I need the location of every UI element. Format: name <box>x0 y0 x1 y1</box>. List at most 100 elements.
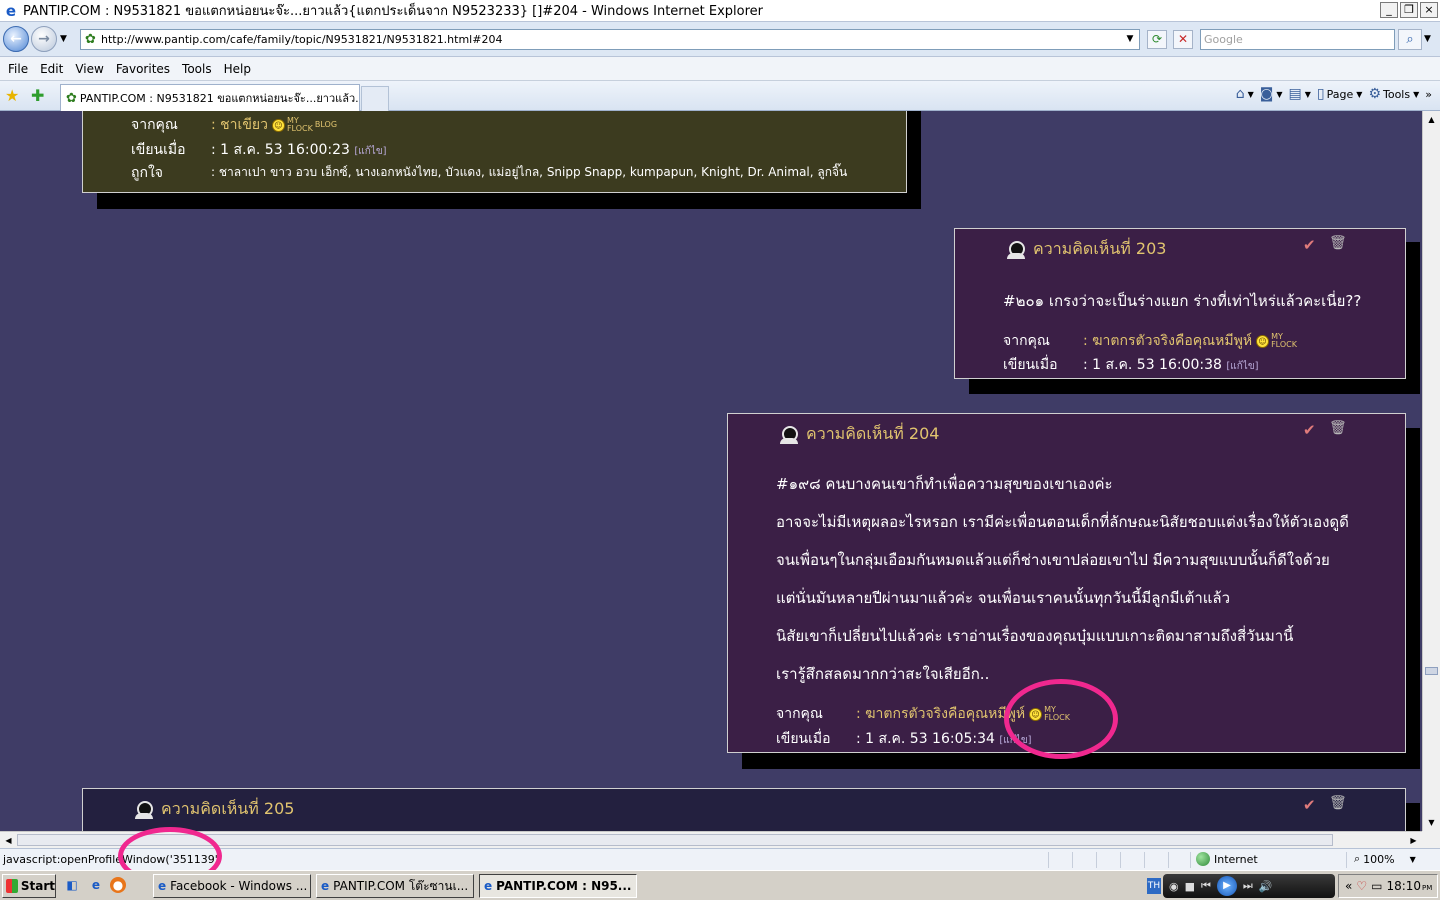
ie-logo-icon: e <box>5 1 17 20</box>
scroll-down-icon[interactable]: ▼ <box>1423 814 1440 831</box>
post-body-line: นิสัยเขาก็เปลี่ยนไปแล้วค่ะ เราอ่านเรื่อง… <box>776 627 1294 645</box>
edit-link[interactable]: [แก้ไข] <box>1226 361 1258 372</box>
post-body-line: เรารู้สึกสลดมากกว่าสะใจเสียอีก.. <box>776 665 990 683</box>
vertical-scrollbar[interactable]: ▲ ▼ <box>1422 111 1440 831</box>
back-button[interactable]: ← <box>3 26 29 52</box>
window-titlebar[interactable]: e PANTIP.COM : N9531821 ขอแตกหน่อยนะจ๊ะ.… <box>0 0 1440 22</box>
play-icon[interactable]: ▶ <box>1216 876 1237 896</box>
scroll-up-icon[interactable]: ▲ <box>1423 111 1440 128</box>
like-label: ถูกใจ <box>131 165 163 181</box>
scrollbar-corner <box>1422 831 1440 848</box>
check-icon[interactable]: ✔ <box>1303 236 1316 254</box>
edit-link[interactable]: [แก้ไข] <box>354 146 386 157</box>
cactus-favicon-icon: ✿ <box>85 32 96 47</box>
minimize-button[interactable]: _ <box>1380 2 1398 18</box>
smiley-icon: ☺ <box>271 118 285 132</box>
check-icon[interactable]: ✔ <box>1303 796 1316 814</box>
avatar-icon <box>1007 240 1025 259</box>
post-body-line: จนเพื่อนๆในกลุ่มเอือมกันหมดแล้วแต่ก็ช่าง… <box>776 551 1330 569</box>
menu-favorites[interactable]: Favorites <box>110 57 176 81</box>
tab-bar: ★ ✚ ✿ PANTIP.COM : N9531821 ขอแตกหน่อยนะ… <box>0 81 1440 111</box>
post-title: ความคิดเห็นที่ 204 <box>780 422 939 447</box>
add-favorite-icon[interactable]: ✚ <box>31 87 44 105</box>
written-label: เขียนเมื่อ <box>1003 357 1058 373</box>
check-icon[interactable]: ✔ <box>1303 421 1316 439</box>
tools-menu-button[interactable]: ⚙ Tools ▼ <box>1368 86 1419 102</box>
stop-button[interactable]: ✕ <box>1173 30 1193 49</box>
clock[interactable]: 18:10PM <box>1386 879 1432 893</box>
search-input[interactable] <box>1201 30 1391 49</box>
system-tray: « ♡ ▭ 18:10PM <box>1338 874 1438 898</box>
scroll-thumb[interactable] <box>1425 667 1438 675</box>
security-zone[interactable]: Internet <box>1196 852 1258 866</box>
ie-logo-icon: e <box>484 879 493 893</box>
taskbar-item-facebook[interactable]: e Facebook - Windows ... <box>153 874 311 898</box>
home-button[interactable]: ⌂ ▼ <box>1236 86 1254 102</box>
favorites-center-icon[interactable]: ★ <box>5 87 19 105</box>
trash-icon[interactable]: 🗑 <box>1329 235 1347 251</box>
home-icon: ⌂ <box>1235 86 1245 102</box>
volume-icon[interactable]: 🔊 <box>1259 880 1273 893</box>
forward-icon[interactable]: ⏭ <box>1243 879 1253 893</box>
post-title: ความคิดเห็นที่ 203 <box>1007 237 1166 262</box>
avatar-icon <box>780 425 798 444</box>
zoom-level[interactable]: ⌕ 100% ▼ <box>1354 852 1416 866</box>
search-box[interactable] <box>1200 29 1395 50</box>
my-flock-badge[interactable]: MY FLOCK <box>1271 333 1297 349</box>
close-button[interactable]: × <box>1420 2 1438 18</box>
recent-pages-dropdown-icon[interactable]: ▼ <box>60 34 67 44</box>
address-dropdown-icon[interactable]: ▼ <box>1123 32 1137 47</box>
address-input[interactable] <box>101 33 1111 46</box>
firefox-icon[interactable]: ● <box>110 877 126 893</box>
address-bar[interactable]: ✿ ▼ <box>80 29 1140 50</box>
taskbar-item-pantip-1[interactable]: e PANTIP.COM โต๊ะซานเ... <box>316 874 474 898</box>
my-flock-badge[interactable]: MY FLOCK <box>287 117 313 133</box>
avatar-icon <box>135 800 153 819</box>
menu-tools[interactable]: Tools <box>176 57 218 81</box>
page-icon: ▯ <box>1316 86 1325 102</box>
menu-file[interactable]: File <box>2 57 34 81</box>
trash-icon[interactable]: 🗑 <box>1329 420 1347 436</box>
show-desktop-icon[interactable]: ◧ <box>64 877 80 893</box>
post-timestamp: : 1 ส.ค. 53 16:00:23 [แก้ไข] <box>211 142 387 158</box>
start-button[interactable]: Start <box>2 874 56 898</box>
post-body: #๒๐๑ เกรงว่าจะเป็นร่างแยก ร่างที่เท่าไหร… <box>1003 292 1362 310</box>
feeds-button[interactable]: ◙ ▼ <box>1260 86 1283 102</box>
print-button[interactable]: ▤ ▼ <box>1289 86 1311 102</box>
tray-monitor-icon[interactable]: ▭ <box>1371 879 1382 893</box>
comment-post-203: ความคิดเห็นที่ 203 ✔ 🗑 #๒๐๑ เกรงว่าจะเป็… <box>954 228 1406 379</box>
rewind-icon[interactable]: ⏮ <box>1201 879 1211 893</box>
page-menu-button[interactable]: ▯ Page ▼ <box>1317 86 1363 102</box>
post-timestamp: : 1 ส.ค. 53 16:05:34 [แก้ไข] <box>856 731 1032 747</box>
new-tab-button[interactable] <box>361 86 389 111</box>
tab-pantip[interactable]: ✿ PANTIP.COM : N9531821 ขอแตกหน่อยนะจ๊ะ.… <box>60 84 360 111</box>
restore-button[interactable]: ❐ <box>1400 2 1418 18</box>
tab-title: PANTIP.COM : N9531821 ขอแตกหน่อยนะจ๊ะ...… <box>79 92 360 105</box>
trash-icon[interactable]: 🗑 <box>1329 795 1347 811</box>
menu-view[interactable]: View <box>69 57 109 81</box>
ie-quicklaunch-icon[interactable]: e <box>88 877 104 893</box>
language-indicator[interactable]: TH <box>1147 878 1161 894</box>
refresh-button[interactable]: ⟳ <box>1147 30 1167 49</box>
menu-edit[interactable]: Edit <box>34 57 69 81</box>
forward-button[interactable]: → <box>31 26 57 52</box>
media-player-toolbar[interactable]: ◉ ■ ⏮ ▶ ⏭ 🔊 <box>1163 874 1335 898</box>
written-label: เขียนเมื่อ <box>776 731 831 747</box>
windows-logo-icon <box>6 879 18 893</box>
author-name: : ชาเขียว ☺ MY FLOCK BLOG <box>211 116 338 134</box>
chevron-more-icon[interactable]: » <box>1425 88 1432 101</box>
navigation-bar: ← → ▼ ✿ ▼ ⟳ ✕ ⌕ ▼ <box>0 22 1440 57</box>
globe-icon <box>1196 852 1210 866</box>
taskbar-item-pantip-2[interactable]: e PANTIP.COM : N95... <box>479 874 637 898</box>
search-options-dropdown-icon[interactable]: ▼ <box>1424 34 1431 44</box>
search-button[interactable]: ⌕ <box>1398 29 1422 50</box>
my-blog-badge[interactable]: BLOG <box>315 121 337 129</box>
tray-expand-icon[interactable]: « <box>1345 879 1352 893</box>
stop-icon[interactable]: ■ <box>1185 880 1195 893</box>
menu-bar: File Edit View Favorites Tools Help <box>0 57 1440 81</box>
scroll-right-icon[interactable]: ▶ <box>1405 832 1422 849</box>
tray-heart-icon[interactable]: ♡ <box>1356 879 1367 893</box>
previous-icon[interactable]: ◉ <box>1169 880 1179 893</box>
menu-help[interactable]: Help <box>218 57 257 81</box>
scroll-left-icon[interactable]: ◀ <box>0 832 17 849</box>
